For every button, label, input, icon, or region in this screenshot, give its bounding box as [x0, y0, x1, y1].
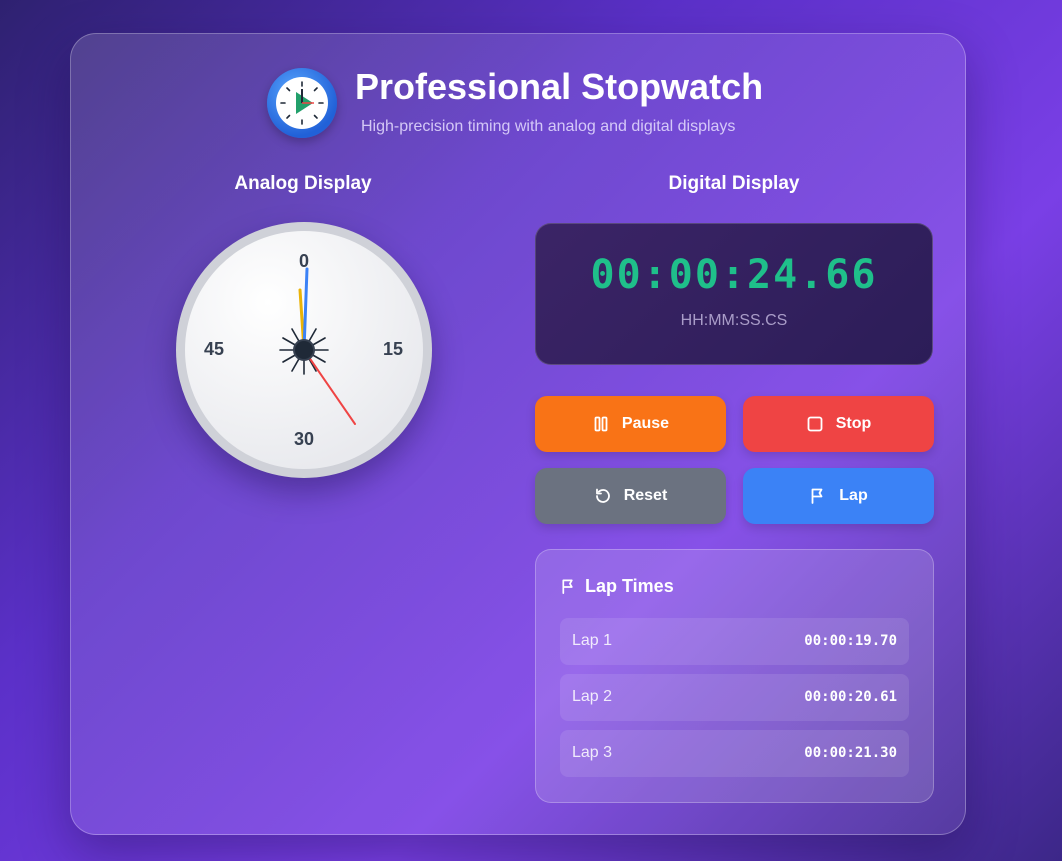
lap-time: 00:00:20.61	[804, 689, 897, 705]
lap-name: Lap 1	[572, 632, 613, 649]
stop-button-label: Stop	[835, 415, 872, 432]
reset-button[interactable]: Reset	[535, 468, 726, 524]
clock-center-cap	[293, 339, 315, 361]
hour-hand	[302, 267, 309, 352]
second-hand	[303, 349, 356, 425]
digital-format-label: HH:MM:SS.CS	[680, 312, 788, 329]
flag-icon	[562, 579, 573, 594]
analog-clock: 0 15 30 45	[176, 222, 432, 478]
lap-name: Lap 2	[572, 688, 613, 705]
reset-icon	[595, 488, 610, 503]
analog-section-title: Analog Display	[234, 173, 372, 194]
lap-time: 00:00:19.70	[804, 633, 897, 649]
lap-times-header: Lap Times	[560, 576, 674, 597]
lap-row: Lap 2 00:00:20.61	[560, 674, 909, 721]
lap-times-title: Lap Times	[585, 576, 674, 596]
dial-label-30: 30	[294, 429, 314, 449]
pause-button[interactable]: Pause	[535, 396, 726, 452]
dial-label-15: 15	[383, 339, 403, 359]
lap-button[interactable]: Lap	[743, 468, 934, 524]
pause-icon	[594, 416, 608, 432]
digital-display: 00:00:24.66 HH:MM:SS.CS	[535, 223, 933, 365]
pause-button-label: Pause	[621, 415, 670, 432]
stopwatch-icon	[267, 68, 337, 138]
lap-name: Lap 3	[572, 744, 613, 761]
reset-button-label: Reset	[623, 487, 668, 504]
stop-icon	[807, 416, 823, 432]
digital-time: 00:00:24.66	[590, 252, 878, 298]
stop-button[interactable]: Stop	[743, 396, 934, 452]
lap-button-label: Lap	[839, 487, 868, 504]
flag-icon	[811, 488, 823, 504]
lap-row: Lap 3 00:00:21.30	[560, 730, 909, 777]
digital-section-title: Digital Display	[668, 173, 800, 194]
lap-row: Lap 1 00:00:19.70	[560, 618, 909, 665]
stopwatch-card: Professional Stopwatch High-precision ti…	[70, 33, 966, 835]
page-subtitle: High-precision timing with analog and di…	[361, 118, 736, 135]
page-title: Professional Stopwatch	[355, 66, 764, 107]
lap-time: 00:00:21.30	[804, 745, 897, 761]
lap-times-panel: Lap Times Lap 1 00:00:19.70 Lap 2 00:00:…	[535, 549, 934, 803]
dial-label-45: 45	[204, 339, 224, 359]
